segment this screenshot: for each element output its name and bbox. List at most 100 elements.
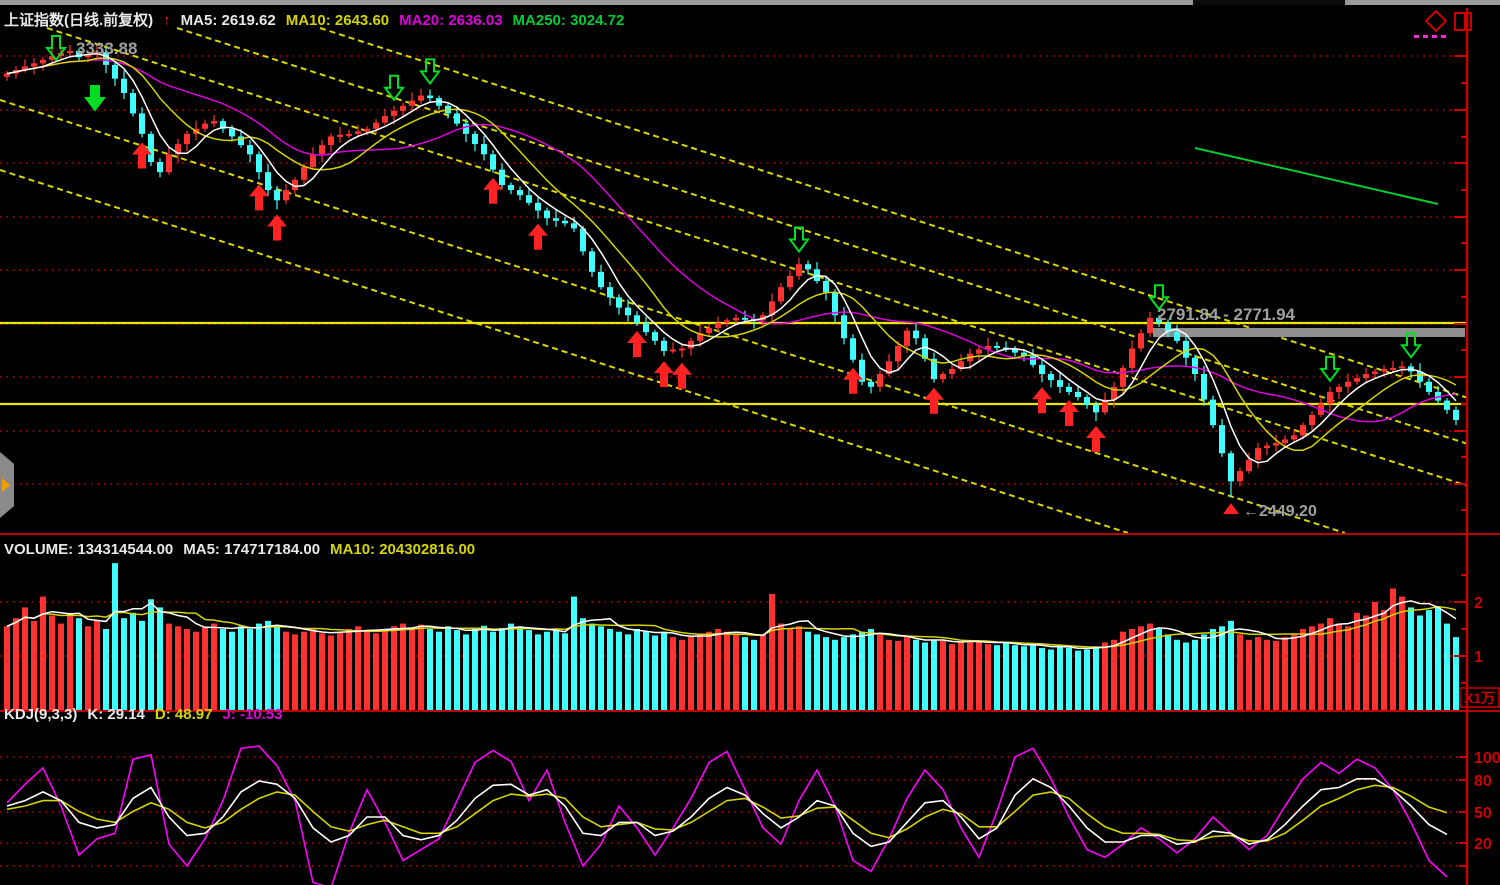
volume-bar [1381,610,1387,710]
buy-signal-arrow-icon [1032,387,1052,413]
trendline[interactable] [320,28,1468,398]
candle-body [634,315,640,323]
candle-body [1210,400,1216,426]
volume-bar [679,640,685,710]
ma20-curve [7,60,1456,422]
volume-bar [589,624,595,710]
candle-body [1444,401,1450,410]
candle-body [1399,366,1405,368]
candle-body [715,323,721,328]
buy-signal-arrow-icon [672,363,692,389]
trendline[interactable] [177,28,1468,444]
split-window-icon[interactable] [1454,12,1472,31]
candle-body [1138,333,1144,348]
volume-bar [1345,626,1351,710]
candle-body [355,131,361,134]
volume-bar [1156,629,1162,710]
candle-body [364,129,370,132]
candle-body [796,264,802,276]
volume-bar [697,634,703,710]
candle-body [625,308,631,316]
kdj-k-value: K: 29.14 [87,706,145,723]
candle-body [130,93,136,113]
candle-body [247,145,253,154]
volume-bar [1273,641,1279,710]
volume-bar [499,628,505,710]
volume-bar [751,640,757,710]
volume-bar [625,634,631,710]
price-pane-header: 上证指数(日线.前复权)↑MA5: 2619.62MA10: 2643.60MA… [4,9,634,30]
candle-body [1327,392,1333,404]
volume-bar [1435,607,1441,710]
candle-body [283,190,289,200]
volume-bar [1219,626,1225,710]
sell-signal-arrow-icon [1321,357,1339,381]
candle-body [607,287,613,297]
price-annotation-label: ←2449.20 [1243,503,1317,520]
up-arrow-icon: ↑ [163,12,171,29]
volume-bar [310,629,316,710]
volume-bar [517,626,523,710]
expand-arrow-icon [2,478,10,492]
price-annotations: 3333.882791.84 - 2771.94←2449.20 [76,39,1317,520]
volume-bar [949,644,955,710]
candle-body [643,323,649,332]
volume-bar [301,632,307,710]
volume-bar [319,633,325,710]
candle-body [328,136,334,145]
candle-body [526,195,532,203]
candle-body [1246,460,1252,471]
candle-body [1048,374,1054,380]
volume-bar [1111,640,1117,710]
candle-body [598,272,604,287]
price-annotation-label: 2791.84 - 2771.94 [1157,305,1296,324]
volume-bar [787,629,793,710]
candle-body [1075,392,1081,397]
trendline[interactable] [0,170,1128,533]
volume-bar [166,624,172,710]
volume-bar [571,597,577,710]
candle-body [733,318,739,321]
volume-bar [274,626,280,710]
candle-body [976,350,982,354]
candle-body [139,113,145,133]
volume-bar [553,629,559,710]
volume-bar [823,637,829,710]
candle-body [1129,348,1135,367]
volume-bar [1255,637,1261,710]
ma10-value: MA10: 2643.60 [286,12,389,29]
volume-bar [643,632,649,710]
volume-bar [391,626,397,710]
volume-bar [1174,640,1180,710]
volume-bar [292,634,298,710]
candle-body [148,134,154,162]
volume-bar [877,634,883,710]
candle-body [472,134,478,144]
candle-body [265,172,271,190]
chart-canvas[interactable]: 3333.882791.84 - 2771.94←2449.2021100805… [0,0,1500,885]
candle-body [868,382,874,387]
volume-bar [364,630,370,710]
signal-arrows [47,36,1420,514]
volume-bar [31,621,37,710]
volume-bar [1048,650,1054,710]
volume-bar [733,634,739,710]
candle-body [1183,341,1189,358]
candle-body [742,318,748,320]
volume-bar [238,626,244,710]
volume-bar [715,629,721,710]
candle-body [1354,378,1360,382]
volume-bar [598,626,604,710]
volume-bar [283,632,289,710]
volume-bar [706,632,712,710]
kdj-name: KDJ(9,3,3) [4,706,77,723]
volume-bar [1201,634,1207,710]
diamond-icon[interactable] [1425,10,1448,33]
volume-bar [157,607,163,710]
volume-bar [103,629,109,710]
volume-bar [1282,637,1288,710]
volume-bar [796,626,802,710]
volume-bar [841,637,847,710]
candle-body [1372,371,1378,374]
volume-bar [121,618,127,710]
